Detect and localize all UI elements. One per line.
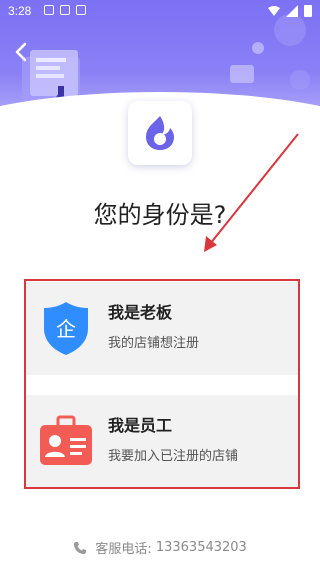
- wifi-icon: [268, 6, 280, 16]
- app-logo: [128, 101, 192, 165]
- status-bar: 3:28: [0, 0, 320, 24]
- phone-label: 客服电话:: [95, 542, 152, 557]
- image-icon: [60, 5, 70, 15]
- highlight-rectangle: [24, 279, 300, 489]
- app-icon: [76, 5, 86, 15]
- status-time: 3:28: [8, 4, 32, 18]
- battery-icon: [304, 5, 312, 17]
- phone-number: 13363543203: [155, 540, 247, 555]
- system-icons: [268, 5, 312, 17]
- app-logo-icon: [146, 116, 174, 150]
- customer-service-phone[interactable]: 客服电话: 13363543203: [0, 538, 320, 557]
- signal-icon: [286, 5, 298, 17]
- phone-icon: [74, 541, 87, 554]
- page-title: 您的身份是?: [93, 201, 227, 229]
- notification-icons: [44, 5, 86, 15]
- chevron-left-icon[interactable]: [10, 40, 34, 64]
- notification-icon: [44, 5, 54, 15]
